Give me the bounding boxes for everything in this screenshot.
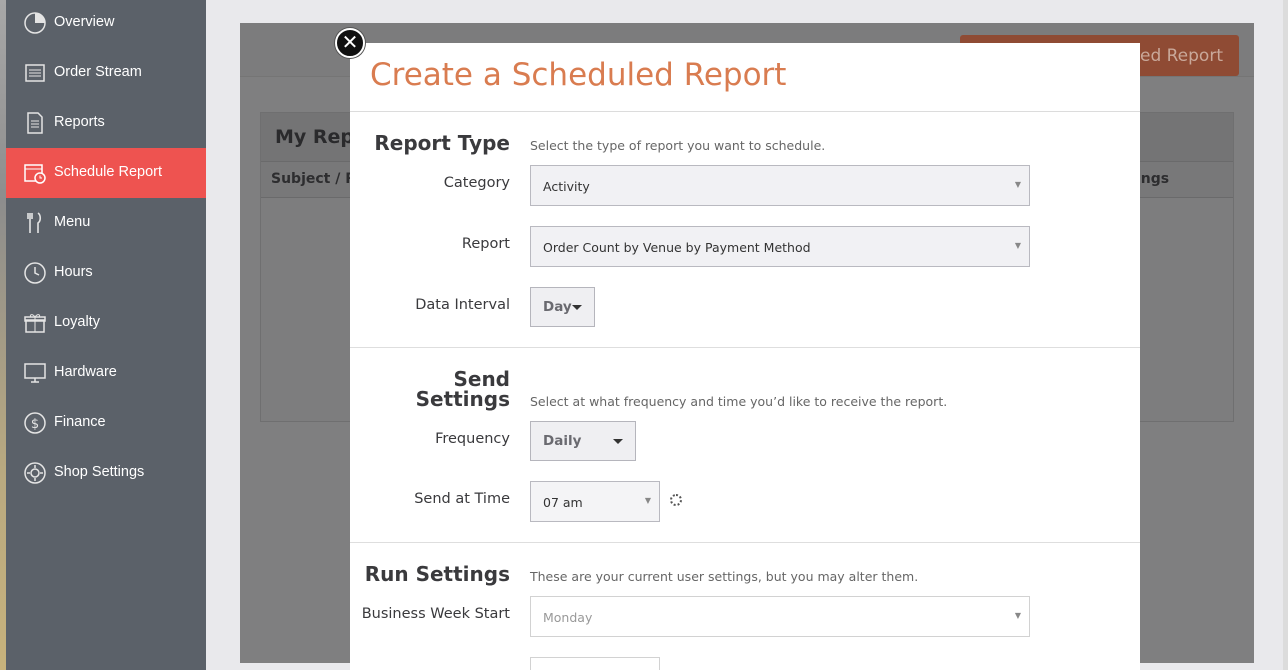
document-icon [23,111,47,135]
caret-down-icon [613,439,623,444]
category-select[interactable]: Activity ▼ [530,165,1030,206]
report-label: Report [461,236,510,252]
sidebar-item-label: Finance [54,414,106,430]
svg-text:$: $ [31,417,39,432]
sidebar-item-label: Hours [54,264,93,280]
loading-spinner-icon [670,494,682,506]
sidebar-item-hours[interactable]: Hours [6,248,206,298]
chevron-down-icon: ▼ [1014,611,1021,620]
sidebar: Overview Order Stream Reports Schedule R… [6,0,206,670]
sidebar-item-label: Schedule Report [54,164,163,180]
run-settings-description: These are your current user settings, bu… [530,569,919,584]
sidebar-item-label: Reports [54,114,105,130]
data-interval-label: Data Interval [415,297,510,313]
caret-down-icon [572,305,582,310]
sidebar-item-label: Shop Settings [54,464,145,480]
fork-knife-icon [23,211,47,235]
monitor-icon [23,361,47,385]
column-settings: ings [1136,171,1170,187]
send-settings-title-line2: Settings [415,387,510,411]
chevron-down-icon: ▼ [1014,180,1021,189]
section-divider [350,542,1140,543]
sidebar-item-reports[interactable]: Reports [6,98,206,148]
modal-title: Create a Scheduled Report [370,57,787,93]
pie-chart-icon [23,11,47,35]
category-label: Category [443,175,510,191]
clock-icon [23,261,47,285]
category-value: Activity [543,179,590,194]
sidebar-item-finance[interactable]: $ Finance [6,398,206,448]
report-select[interactable]: Order Count by Venue by Payment Method ▼ [530,226,1030,267]
calendar-clock-icon [23,161,47,185]
frequency-label: Frequency [435,431,510,447]
sidebar-item-label: Hardware [54,364,117,380]
sidebar-item-shop-settings[interactable]: Shop Settings [6,448,206,498]
report-value: Order Count by Venue by Payment Method [543,240,811,255]
data-interval-dropdown[interactable]: Day [530,287,595,327]
dollar-circle-icon: $ [23,411,47,435]
sidebar-item-hardware[interactable]: Hardware [6,348,206,398]
report-type-title: Report Type [374,131,510,155]
frequency-dropdown[interactable]: Daily [530,421,636,461]
next-setting-select[interactable] [530,657,660,670]
section-divider [350,347,1140,348]
send-settings-description: Select at what frequency and time you’d … [530,394,948,409]
send-time-label: Send at Time [414,491,510,507]
week-start-label: Business Week Start [361,606,510,622]
order-stream-icon [23,61,47,85]
report-type-description: Select the type of report you want to sc… [530,138,826,153]
sidebar-item-order-stream[interactable]: Order Stream [6,48,206,98]
chevron-down-icon: ▼ [1014,241,1021,250]
sidebar-item-label: Order Stream [54,64,142,80]
sidebar-item-schedule-report[interactable]: Schedule Report [6,148,206,198]
sidebar-item-label: Overview [54,14,115,30]
close-icon[interactable]: ✕ [335,28,365,58]
sidebar-item-menu[interactable]: Menu [6,198,206,248]
window-scrollbar[interactable] [1283,0,1288,670]
week-start-value: Monday [543,610,593,625]
send-time-select[interactable]: 07 am ▼ [530,481,660,522]
data-interval-value: Day [543,299,572,315]
sidebar-item-overview[interactable]: Overview [6,0,206,48]
modal-header: Create a Scheduled Report [350,43,1140,112]
sidebar-item-label: Menu [54,214,91,230]
run-settings-title: Run Settings [364,562,510,586]
send-settings-title-line1: Send [453,367,510,391]
send-time-value: 07 am [543,495,583,510]
frequency-value: Daily [543,433,582,449]
sidebar-item-loyalty[interactable]: Loyalty [6,298,206,348]
chevron-down-icon: ▼ [644,496,651,505]
create-scheduled-report-modal: Create a Scheduled Report Report Type Se… [350,43,1140,670]
gift-icon [23,311,47,335]
week-start-select[interactable]: Monday ▼ [530,596,1030,637]
sidebar-item-label: Loyalty [54,314,100,330]
gear-icon [23,461,47,485]
